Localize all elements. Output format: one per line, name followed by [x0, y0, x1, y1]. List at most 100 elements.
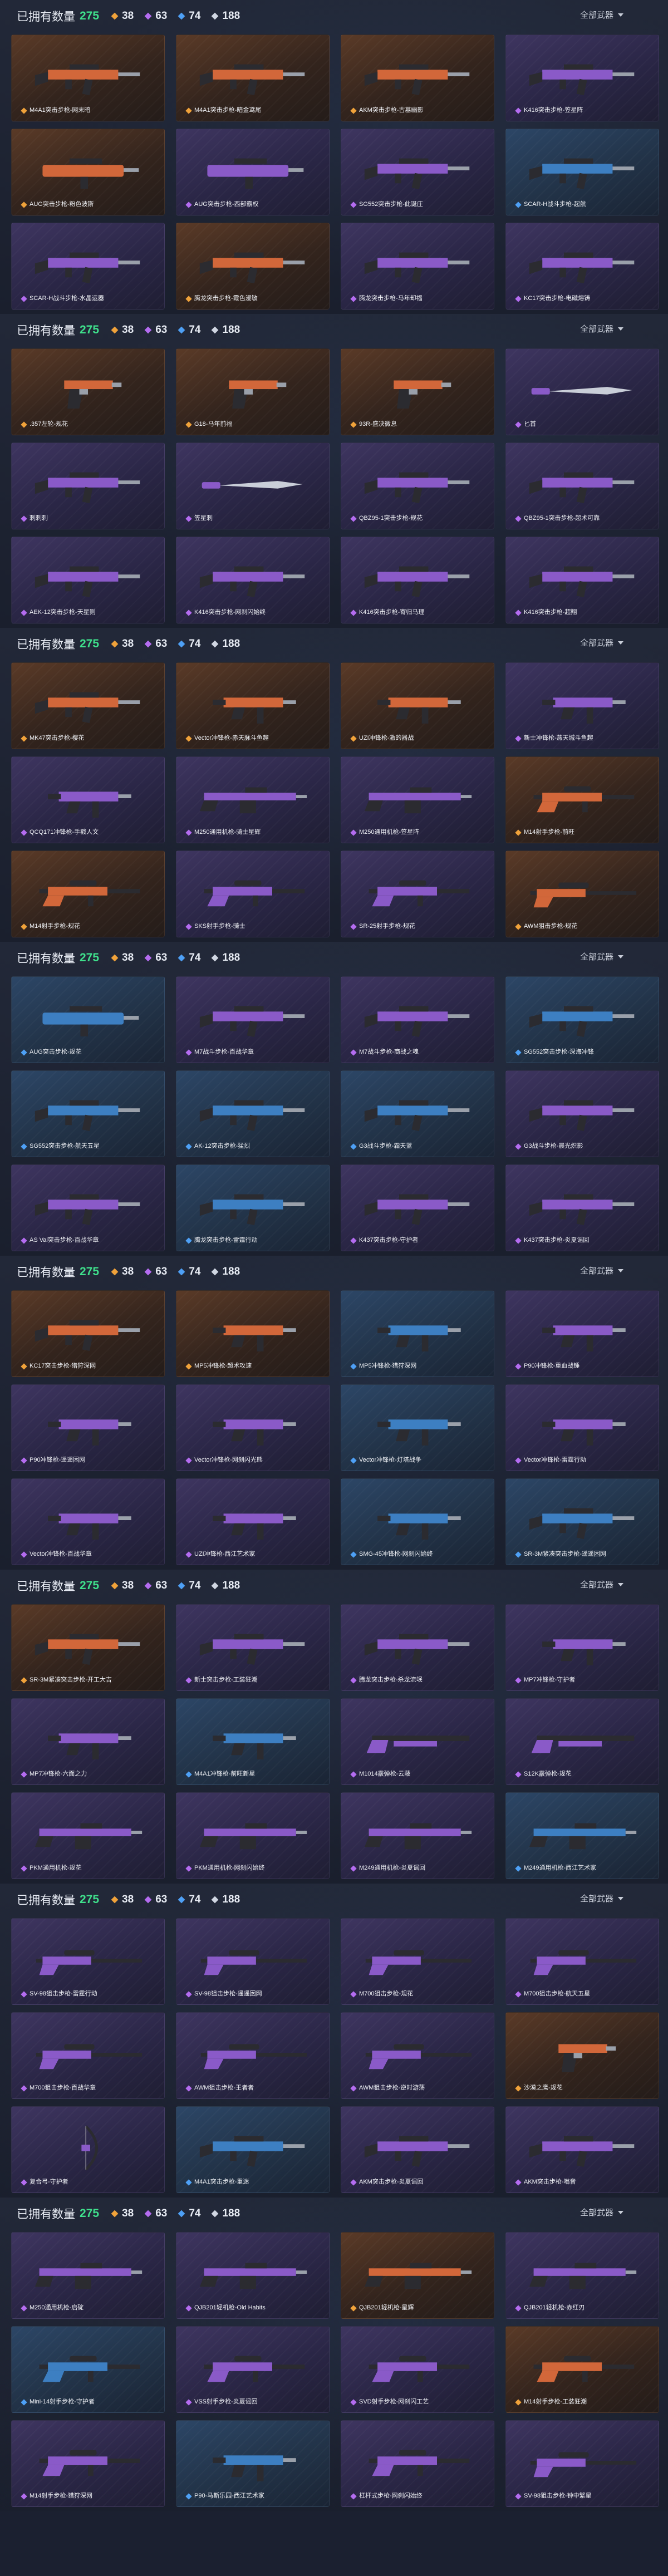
- weapon-card[interactable]: M700狙击步枪-航天五星: [505, 1918, 659, 2005]
- weapon-card[interactable]: MP7冲锋枪-六面之力: [11, 1698, 165, 1785]
- weapon-card[interactable]: M249通用机枪-炎夏谣回: [341, 1792, 494, 1879]
- weapon-card[interactable]: 93R-盛决微息: [341, 348, 494, 435]
- weapon-card[interactable]: AUG突击步枪-西部霸权: [176, 129, 330, 215]
- weapon-card[interactable]: SMG-45冲锋枪-网刹闪始终: [341, 1478, 494, 1565]
- weapon-card[interactable]: M14射手步枪-前旺: [505, 756, 659, 843]
- weapon-filter-dropdown[interactable]: 全部武器: [580, 1892, 623, 1904]
- weapon-card[interactable]: AWM狙击步枪-规花: [505, 851, 659, 937]
- weapon-card[interactable]: UZI冲锋枪-西江艺术家: [176, 1478, 330, 1565]
- weapon-card[interactable]: KC17突击步枪-猎狩深网: [11, 1290, 165, 1377]
- weapon-card[interactable]: P90冲锋枪-遥遥困网: [11, 1384, 165, 1471]
- weapon-card[interactable]: 新士突击步枪-工装狂潮: [176, 1604, 330, 1691]
- weapon-card[interactable]: K416突击步枪-寄归马理: [341, 537, 494, 623]
- weapon-filter-dropdown[interactable]: 全部武器: [580, 323, 623, 335]
- weapon-filter-dropdown[interactable]: 全部武器: [580, 951, 623, 962]
- weapon-card[interactable]: QJB201轻机枪-赤红刃: [505, 2232, 659, 2319]
- weapon-card[interactable]: SG552突击步枪-航天五星: [11, 1070, 165, 1157]
- weapon-card[interactable]: Vector冲锋枪-赤天脉斗鱼趣: [176, 662, 330, 749]
- weapon-card[interactable]: AK-12突击步枪-猛烈: [176, 1070, 330, 1157]
- weapon-card[interactable]: AWM狙击步枪-王者者: [176, 2012, 330, 2099]
- weapon-card[interactable]: KC17突击步枪-电磁熔铸: [505, 223, 659, 309]
- weapon-card[interactable]: AWM狙击步枪-逆时游荡: [341, 2012, 494, 2099]
- weapon-card[interactable]: 腾龙突击步枪-雷霆行动: [176, 1164, 330, 1251]
- weapon-card[interactable]: Vector冲锋枪-雷霆行动: [505, 1384, 659, 1471]
- weapon-card[interactable]: SCAR-H战斗步枪-水晶运器: [11, 223, 165, 309]
- weapon-card[interactable]: K437突击步枪-守护者: [341, 1164, 494, 1251]
- weapon-card[interactable]: M4A1突击步枪-重迷: [176, 2106, 330, 2193]
- weapon-card[interactable]: SV-98狙击步枪-雷霆行动: [11, 1918, 165, 2005]
- weapon-card[interactable]: G3战斗步枪-霜天蓝: [341, 1070, 494, 1157]
- weapon-card[interactable]: S12K霰弹枪-规花: [505, 1698, 659, 1785]
- weapon-card[interactable]: SKS射手步枪-骑士: [176, 851, 330, 937]
- weapon-card[interactable]: UZI冲锋枪-激的器战: [341, 662, 494, 749]
- weapon-card[interactable]: M4A1冲锋枪-前旺新星: [176, 1698, 330, 1785]
- weapon-card[interactable]: AUG突击步枪-粉色波斯: [11, 129, 165, 215]
- weapon-card[interactable]: P90冲锋枪-重血战锤: [505, 1290, 659, 1377]
- weapon-card[interactable]: M7战斗步枪-商战之魂: [341, 976, 494, 1063]
- weapon-card[interactable]: M700狙击步枪-规花: [341, 1918, 494, 2005]
- weapon-card[interactable]: M4A1突击步枪-暗金鸢尾: [176, 35, 330, 121]
- weapon-card[interactable]: QBZ95-1突击步枪-规花: [341, 443, 494, 529]
- weapon-card[interactable]: 杠杆式步枪-网刹闪始终: [341, 2420, 494, 2507]
- weapon-card[interactable]: K416突击步枪-笠星阵: [505, 35, 659, 121]
- weapon-card[interactable]: M700狙击步枪-百战华章: [11, 2012, 165, 2099]
- weapon-card[interactable]: M14射手步枪-规花: [11, 851, 165, 937]
- weapon-card[interactable]: 沙漠之鹰-规花: [505, 2012, 659, 2099]
- weapon-card[interactable]: SG552突击步枪-深海冲锋: [505, 976, 659, 1063]
- weapon-card[interactable]: Vector冲锋枪-百战华章: [11, 1478, 165, 1565]
- weapon-card[interactable]: M7战斗步枪-百战华章: [176, 976, 330, 1063]
- weapon-card[interactable]: M4A1突击步枪-网末暗: [11, 35, 165, 121]
- weapon-card[interactable]: AKM突击步枪-古墓幽影: [341, 35, 494, 121]
- weapon-card[interactable]: 匕首: [505, 348, 659, 435]
- weapon-card[interactable]: Vector冲锋枪-网刹闪光熊: [176, 1384, 330, 1471]
- weapon-card[interactable]: SR-25射手步枪-规花: [341, 851, 494, 937]
- weapon-card[interactable]: AS Val突击步枪-百战华章: [11, 1164, 165, 1251]
- weapon-card[interactable]: M1014霰弹枪-云蔽: [341, 1698, 494, 1785]
- weapon-card[interactable]: SV-98狙击步枪-钟中繁星: [505, 2420, 659, 2507]
- weapon-card[interactable]: PKM通用机枪-网刹闪始终: [176, 1792, 330, 1879]
- weapon-card[interactable]: 腾龙突击步枪-霞色漫敏: [176, 223, 330, 309]
- weapon-filter-dropdown[interactable]: 全部武器: [580, 2206, 623, 2218]
- weapon-card[interactable]: G3战斗步枪-晨光炽影: [505, 1070, 659, 1157]
- weapon-card[interactable]: MP7冲锋枪-守护者: [505, 1604, 659, 1691]
- weapon-card[interactable]: Mini-14射手步枪-守护者: [11, 2326, 165, 2413]
- weapon-card[interactable]: 腾龙突击步枪-马年却福: [341, 223, 494, 309]
- weapon-card[interactable]: K416突击步枪-超翔: [505, 537, 659, 623]
- weapon-card[interactable]: MP5冲锋枪-超术攻速: [176, 1290, 330, 1377]
- weapon-card[interactable]: M250通用机枪-骑士星辉: [176, 756, 330, 843]
- weapon-card[interactable]: SVD射手步枪-网刹闪工艺: [341, 2326, 494, 2413]
- weapon-card[interactable]: AKM突击步枪-嗡音: [505, 2106, 659, 2193]
- weapon-filter-dropdown[interactable]: 全部武器: [580, 1265, 623, 1276]
- weapon-card[interactable]: SV-98狙击步枪-遥遥困网: [176, 1918, 330, 2005]
- weapon-card[interactable]: SCAR-H战斗步枪-起航: [505, 129, 659, 215]
- weapon-card[interactable]: MK47突击步枪-樱花: [11, 662, 165, 749]
- weapon-card[interactable]: AEK-12突击步枪-天星则: [11, 537, 165, 623]
- weapon-card[interactable]: K437突击步枪-炎夏谣回: [505, 1164, 659, 1251]
- weapon-card[interactable]: M250通用机枪-启碇: [11, 2232, 165, 2319]
- weapon-card[interactable]: 腾龙突击步枪-杀龙流氓: [341, 1604, 494, 1691]
- weapon-card[interactable]: AUG突击步枪-规花: [11, 976, 165, 1063]
- weapon-card[interactable]: SR-3M紧凑突击步枪-遥遥困网: [505, 1478, 659, 1565]
- weapon-filter-dropdown[interactable]: 全部武器: [580, 1579, 623, 1590]
- weapon-card[interactable]: 刺刺刺: [11, 443, 165, 529]
- weapon-card[interactable]: MP5冲锋枪-猎狩深网: [341, 1290, 494, 1377]
- weapon-card[interactable]: Vector冲锋枪-灯塔战争: [341, 1384, 494, 1471]
- weapon-card[interactable]: QJB201轻机枪-星辉: [341, 2232, 494, 2319]
- weapon-filter-dropdown[interactable]: 全部武器: [580, 9, 623, 21]
- weapon-card[interactable]: VSS射手步枪-炎夏谣回: [176, 2326, 330, 2413]
- weapon-card[interactable]: M249通用机枪-西江艺术家: [505, 1792, 659, 1879]
- weapon-card[interactable]: K416突击步枪-网刹闪始终: [176, 537, 330, 623]
- weapon-filter-dropdown[interactable]: 全部武器: [580, 637, 623, 648]
- weapon-card[interactable]: M14射手步枪-工装狂潮: [505, 2326, 659, 2413]
- weapon-card[interactable]: G18-马年前福: [176, 348, 330, 435]
- weapon-card[interactable]: M14射手步枪-猎狩深网: [11, 2420, 165, 2507]
- weapon-card[interactable]: SR-3M紧凑突击步枪-开工大吉: [11, 1604, 165, 1691]
- weapon-card[interactable]: PKM通用机枪-规花: [11, 1792, 165, 1879]
- weapon-card[interactable]: QBZ95-1突击步枪-超术可靠: [505, 443, 659, 529]
- weapon-card[interactable]: 笠星刺: [176, 443, 330, 529]
- weapon-card[interactable]: P90-马斯乐园-西江艺术家: [176, 2420, 330, 2507]
- weapon-card[interactable]: AKM突击步枪-炎夏谣回: [341, 2106, 494, 2193]
- weapon-card[interactable]: .357左轮-规花: [11, 348, 165, 435]
- weapon-card[interactable]: SG552突击步枪-此诞庄: [341, 129, 494, 215]
- weapon-card[interactable]: 新士冲锋枪-燕天城斗鱼趣: [505, 662, 659, 749]
